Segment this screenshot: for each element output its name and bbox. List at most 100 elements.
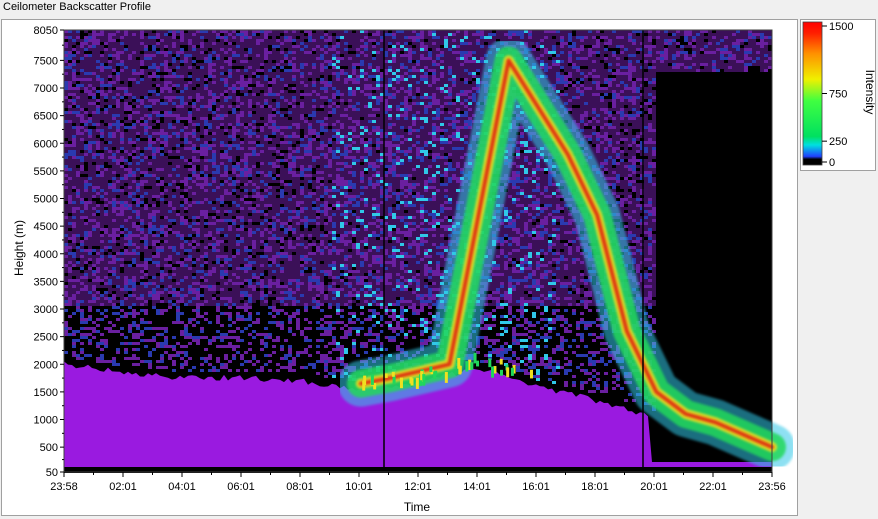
noise-cell — [220, 132, 224, 135]
noise-cell — [280, 135, 284, 138]
noise-cell — [148, 78, 152, 81]
noise-cell — [280, 72, 284, 75]
noise-cell — [84, 288, 88, 291]
noise-cell — [180, 255, 184, 258]
noise-cell — [72, 255, 76, 258]
noise-cell — [112, 153, 116, 156]
noise-cell — [268, 99, 272, 102]
noise-cell — [212, 123, 216, 126]
noise-cell — [144, 285, 148, 288]
noise-cell — [236, 267, 240, 270]
noise-cell — [168, 72, 172, 75]
noise-cell — [108, 228, 112, 231]
noise-cell — [124, 147, 128, 150]
noise-cell — [276, 165, 280, 168]
noise-cell — [64, 105, 68, 108]
noise-cell — [216, 264, 220, 267]
noise-cell — [148, 171, 152, 174]
noise-cell — [268, 126, 272, 129]
noise-cell — [276, 270, 280, 273]
noise-cell — [144, 252, 148, 255]
noise-cell — [100, 243, 104, 246]
noise-cell — [260, 129, 264, 132]
noise-cell — [156, 159, 160, 162]
noise-cell — [264, 354, 268, 357]
noise-cell — [236, 207, 240, 210]
noise-cell — [212, 336, 216, 339]
noise-cell — [164, 147, 168, 150]
noise-cell — [156, 156, 160, 159]
noise-cell — [116, 102, 120, 105]
noise-cell — [272, 150, 276, 153]
noise-cell — [244, 180, 248, 183]
noise-cell — [252, 264, 256, 267]
noise-cell — [148, 198, 152, 201]
noise-cell — [100, 273, 104, 276]
noise-cell — [116, 183, 120, 186]
noise-cell — [132, 207, 136, 210]
noise-cell — [188, 357, 192, 360]
noise-cell — [120, 225, 124, 228]
noise-cell — [72, 99, 76, 102]
noise-cell — [260, 75, 264, 78]
noise-cell — [276, 231, 280, 234]
noise-cell — [88, 306, 92, 309]
noise-cell — [168, 129, 172, 132]
noise-cell — [132, 87, 136, 90]
noise-cell — [240, 237, 244, 240]
noise-cell — [88, 171, 92, 174]
noise-cell — [260, 171, 264, 174]
noise-cell — [96, 345, 100, 348]
noise-cell — [232, 255, 236, 258]
noise-cell — [156, 177, 160, 180]
noise-cell — [208, 129, 212, 132]
noise-cell — [100, 93, 104, 96]
noise-cell — [124, 207, 128, 210]
noise-cell — [128, 300, 132, 303]
noise-cell — [116, 144, 120, 147]
noise-cell — [188, 183, 192, 186]
noise-cell — [172, 111, 176, 114]
noise-cell — [224, 234, 228, 237]
noise-cell — [124, 252, 128, 255]
noise-cell — [216, 162, 220, 165]
noise-cell — [264, 231, 268, 234]
noise-cell — [264, 123, 268, 126]
noise-cell — [224, 255, 228, 258]
noise-cell — [136, 258, 140, 261]
noise-cell — [252, 81, 256, 84]
noise-cell — [76, 249, 80, 252]
noise-cell — [128, 195, 132, 198]
noise-cell — [260, 45, 264, 48]
noise-cell — [120, 156, 124, 159]
noise-cell — [176, 195, 180, 198]
noise-cell — [244, 33, 248, 36]
noise-cell — [152, 201, 156, 204]
noise-cell — [128, 114, 132, 117]
noise-cell — [192, 147, 196, 150]
noise-cell — [152, 210, 156, 213]
noise-cell — [260, 144, 264, 147]
noise-cell — [156, 84, 160, 87]
noise-cell — [272, 246, 276, 249]
noise-cell — [64, 144, 68, 147]
noise-cell — [240, 297, 244, 300]
noise-cell — [204, 42, 208, 45]
noise-cell — [132, 81, 136, 84]
noise-cell — [92, 225, 96, 228]
noise-cell — [196, 222, 200, 225]
noise-cell — [64, 324, 68, 327]
noise-cell — [136, 213, 140, 216]
noise-cell — [152, 264, 156, 267]
noise-cell — [192, 159, 196, 162]
noise-cell — [176, 252, 180, 255]
noise-cell — [160, 273, 164, 276]
noise-cell — [104, 327, 108, 330]
noise-cell — [164, 96, 168, 99]
noise-cell — [120, 240, 124, 243]
noise-cell — [252, 282, 256, 285]
noise-cell — [148, 237, 152, 240]
noise-cell — [116, 258, 120, 261]
noise-cell — [184, 87, 188, 90]
noise-cell — [152, 186, 156, 189]
